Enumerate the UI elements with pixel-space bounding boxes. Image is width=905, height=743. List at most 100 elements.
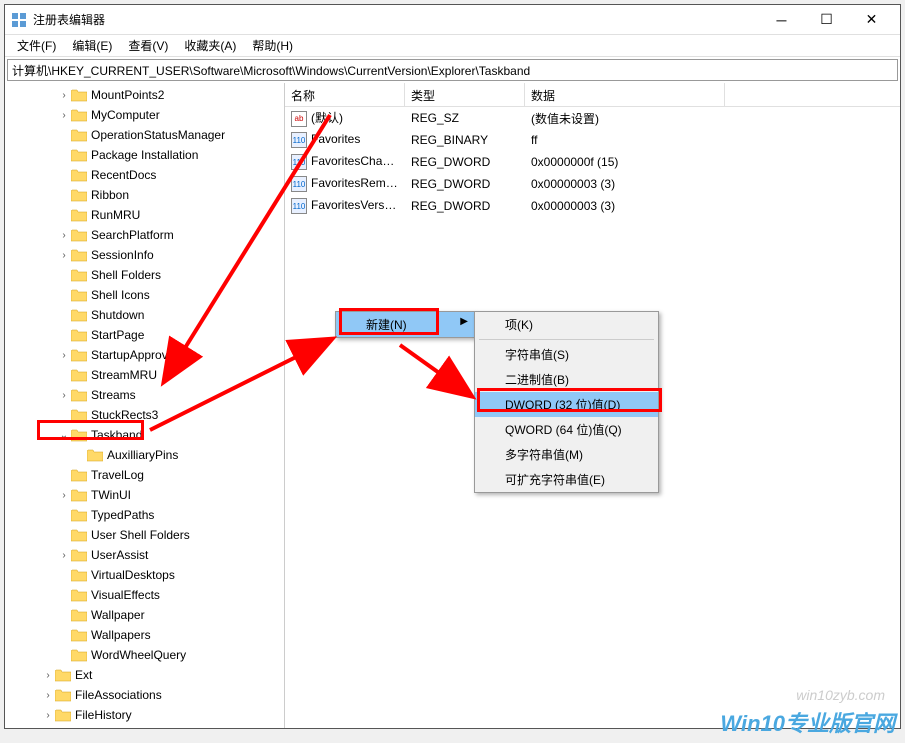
tree-item-virtualdesktops[interactable]: VirtualDesktops [5,565,285,585]
tree-item-fileassociations[interactable]: ›FileAssociations [5,685,285,705]
value-type: REG_SZ [405,109,525,127]
folder-icon [71,429,87,442]
tree-label: RecentDocs [91,168,156,182]
address-bar[interactable]: 计算机\HKEY_CURRENT_USER\Software\Microsoft… [7,59,898,81]
tree-item-shell-icons[interactable]: Shell Icons [5,285,285,305]
menu-favorites[interactable]: 收藏夹(A) [176,35,244,56]
tree-item-mycomputer[interactable]: ›MyComputer [5,105,285,125]
tree-item-wordwheelquery[interactable]: WordWheelQuery [5,645,285,665]
value-data: 0x00000003 (3) [525,197,725,215]
tree-item-operationstatusmanager[interactable]: OperationStatusManager [5,125,285,145]
tree-item-mountpoints2[interactable]: › MountPoints2 [5,85,285,105]
maximize-button[interactable]: ☐ [804,6,849,34]
tree-label: SearchPlatform [91,228,174,242]
folder-icon [71,549,87,562]
value-data: ff [525,131,725,149]
tree-item-shell-folders[interactable]: Shell Folders [5,265,285,285]
tree-item-taskband[interactable]: ⌄Taskband [5,425,285,445]
tree-chevron-icon[interactable]: › [57,110,71,121]
value-row[interactable]: 110FavoritesVersionREG_DWORD0x00000003 (… [285,195,900,217]
tree-item-userassist[interactable]: ›UserAssist [5,545,285,565]
tree-item-shutdown[interactable]: Shutdown [5,305,285,325]
tree-chevron-icon[interactable]: › [57,490,71,501]
menu-new-binary[interactable]: 二进制值(B) [475,367,658,392]
tree-chevron-icon[interactable]: › [57,250,71,261]
tree-item-package-installation[interactable]: Package Installation [5,145,285,165]
tree-item-runmru[interactable]: RunMRU [5,205,285,225]
tree-item-filehistory[interactable]: › FileHistory [5,705,285,725]
tree-chevron-icon[interactable]: ⌄ [57,430,71,441]
value-type: REG_DWORD [405,175,525,193]
value-row[interactable]: ab(默认)REG_SZ(数值未设置) [285,107,900,129]
tree-item-user-shell-folders[interactable]: User Shell Folders [5,525,285,545]
close-button[interactable]: ✕ [849,6,894,34]
folder-icon [71,609,87,622]
folder-icon [71,469,87,482]
tree-label: TWinUI [91,488,131,502]
tree-item-searchplatform[interactable]: › SearchPlatform [5,225,285,245]
tree-item-stuckrects3[interactable]: StuckRects3 [5,405,285,425]
tree-item-streams[interactable]: ›Streams [5,385,285,405]
folder-icon [71,309,87,322]
folder-icon [71,289,87,302]
tree-label: MountPoints2 [91,88,164,102]
list-header[interactable]: 名称 类型 数据 [285,83,900,107]
list-pane[interactable]: 名称 类型 数据 ab(默认)REG_SZ(数值未设置)110Favorites… [285,83,900,728]
col-data[interactable]: 数据 [525,83,725,106]
menu-new-qword[interactable]: QWORD (64 位)值(Q) [475,417,658,442]
tree-item-streammru[interactable]: StreamMRU [5,365,285,385]
value-type-icon: ab [291,111,307,127]
menu-view[interactable]: 查看(V) [120,35,176,56]
folder-icon [71,349,87,362]
value-row[interactable]: 110FavoritesREG_BINARYff [285,129,900,151]
folder-icon [71,409,87,422]
value-row[interactable]: 110FavoritesRemo...REG_DWORD0x00000003 (… [285,173,900,195]
minimize-button[interactable]: ─ [759,6,804,34]
menu-new-expand[interactable]: 可扩充字符串值(E) [475,467,658,492]
tree-label: FileHistory [75,708,132,722]
tree-item-travellog[interactable]: TravelLog [5,465,285,485]
tree-item-recentdocs[interactable]: RecentDocs [5,165,285,185]
tree-item-ext[interactable]: ›Ext [5,665,285,685]
value-name: FavoritesVersion [311,198,400,212]
menu-new-string[interactable]: 字符串值(S) [475,342,658,367]
menu-new[interactable]: 新建(N) ▶ [336,312,474,337]
folder-icon [71,109,87,122]
tree-chevron-icon[interactable]: › [57,230,71,241]
tree-item-visualeffects[interactable]: VisualEffects [5,585,285,605]
menu-new-dword[interactable]: DWORD (32 位)值(D) [475,392,658,417]
tree-label: AuxilliaryPins [107,448,178,462]
folder-icon [71,569,87,582]
col-type[interactable]: 类型 [405,83,525,106]
tree-chevron-icon[interactable]: › [57,350,71,361]
tree-item-startupapproved[interactable]: ›StartupApproved [5,345,285,365]
tree-chevron-icon[interactable]: › [57,550,71,561]
tree-label: TypedPaths [91,508,154,522]
tree-chevron-icon[interactable]: › [57,90,71,101]
tree-chevron-icon[interactable]: › [57,390,71,401]
tree-label: SessionInfo [91,248,154,262]
submenu-arrow-icon: ▶ [460,316,468,327]
menu-help[interactable]: 帮助(H) [244,35,301,56]
menu-file[interactable]: 文件(F) [9,35,64,56]
tree-item-auxilliarypins[interactable]: AuxilliaryPins [5,445,285,465]
titlebar[interactable]: 注册表编辑器 ─ ☐ ✕ [5,5,900,35]
tree-item-wallpapers[interactable]: Wallpapers [5,625,285,645]
menu-new-multi[interactable]: 多字符串值(M) [475,442,658,467]
tree-chevron-icon[interactable]: › [41,690,55,701]
folder-icon [71,629,87,642]
tree-chevron-icon[interactable]: › [41,710,55,721]
tree-item-startpage[interactable]: StartPage [5,325,285,345]
tree-item-sessioninfo[interactable]: › SessionInfo [5,245,285,265]
tree-item-typedpaths[interactable]: TypedPaths [5,505,285,525]
menu-edit[interactable]: 编辑(E) [64,35,120,56]
tree-item-wallpaper[interactable]: Wallpaper [5,605,285,625]
menu-new-key[interactable]: 项(K) [475,312,658,337]
tree-item-twinui[interactable]: › TWinUI [5,485,285,505]
value-row[interactable]: 110FavoritesChan...REG_DWORD0x0000000f (… [285,151,900,173]
tree-item-ribbon[interactable]: Ribbon [5,185,285,205]
tree-pane[interactable]: › MountPoints2 ›MyComputerOperationStatusM… [5,83,285,728]
col-name[interactable]: 名称 [285,83,405,106]
watermark-url: win10zyb.com [796,687,885,703]
tree-chevron-icon[interactable]: › [41,670,55,681]
